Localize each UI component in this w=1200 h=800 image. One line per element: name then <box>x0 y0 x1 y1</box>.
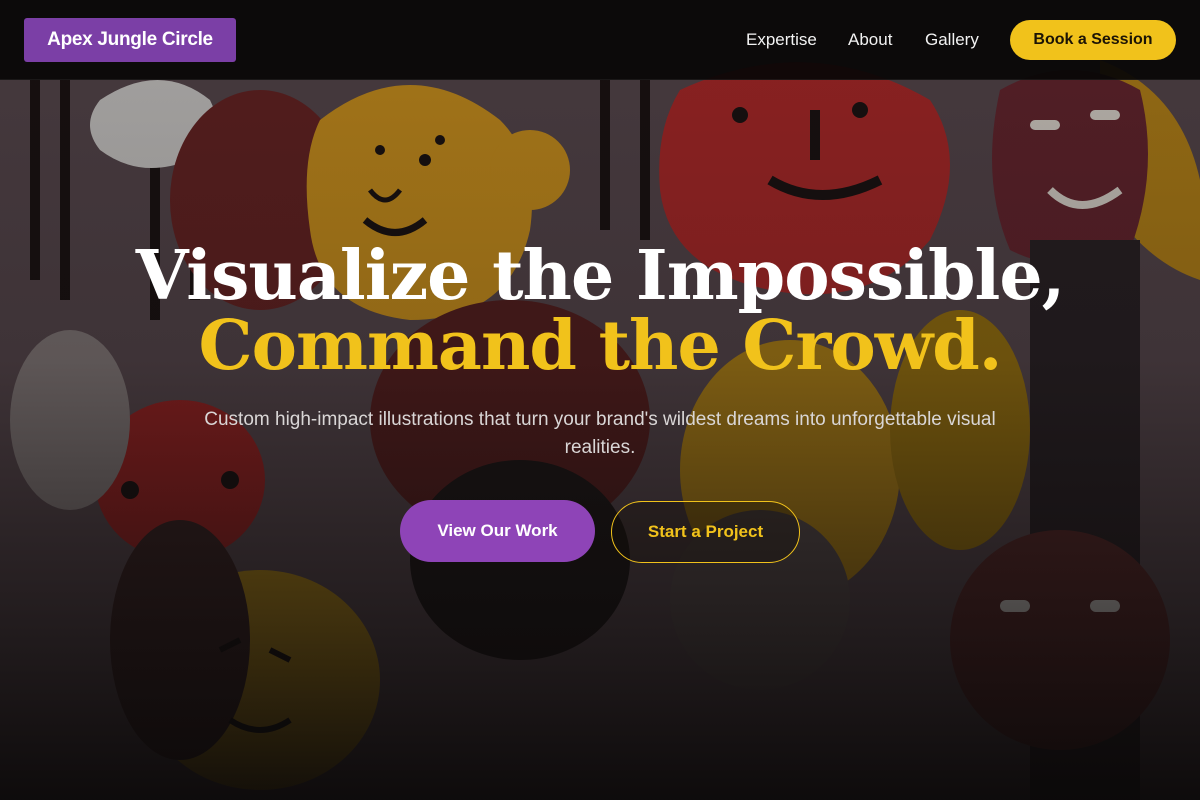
start-project-button[interactable]: Start a Project <box>611 501 800 563</box>
view-our-work-button[interactable]: View Our Work <box>400 500 595 562</box>
nav-link-about[interactable]: About <box>848 30 892 50</box>
hero-headline-line2: Command the Crowd. <box>198 306 1003 386</box>
nav-link-expertise[interactable]: Expertise <box>746 30 817 50</box>
nav-link-gallery[interactable]: Gallery <box>925 30 979 50</box>
hero-subtext: Custom high-impact illustrations that tu… <box>204 409 996 458</box>
book-session-button[interactable]: Book a Session <box>1010 20 1176 60</box>
top-navbar: Apex Jungle Circle Expertise About Galle… <box>0 0 1200 80</box>
brand-logo[interactable]: Apex Jungle Circle <box>24 18 236 62</box>
hero-dark-overlay <box>0 0 1200 800</box>
hero-headline-line1: Visualize the Impossible, <box>135 236 1066 316</box>
